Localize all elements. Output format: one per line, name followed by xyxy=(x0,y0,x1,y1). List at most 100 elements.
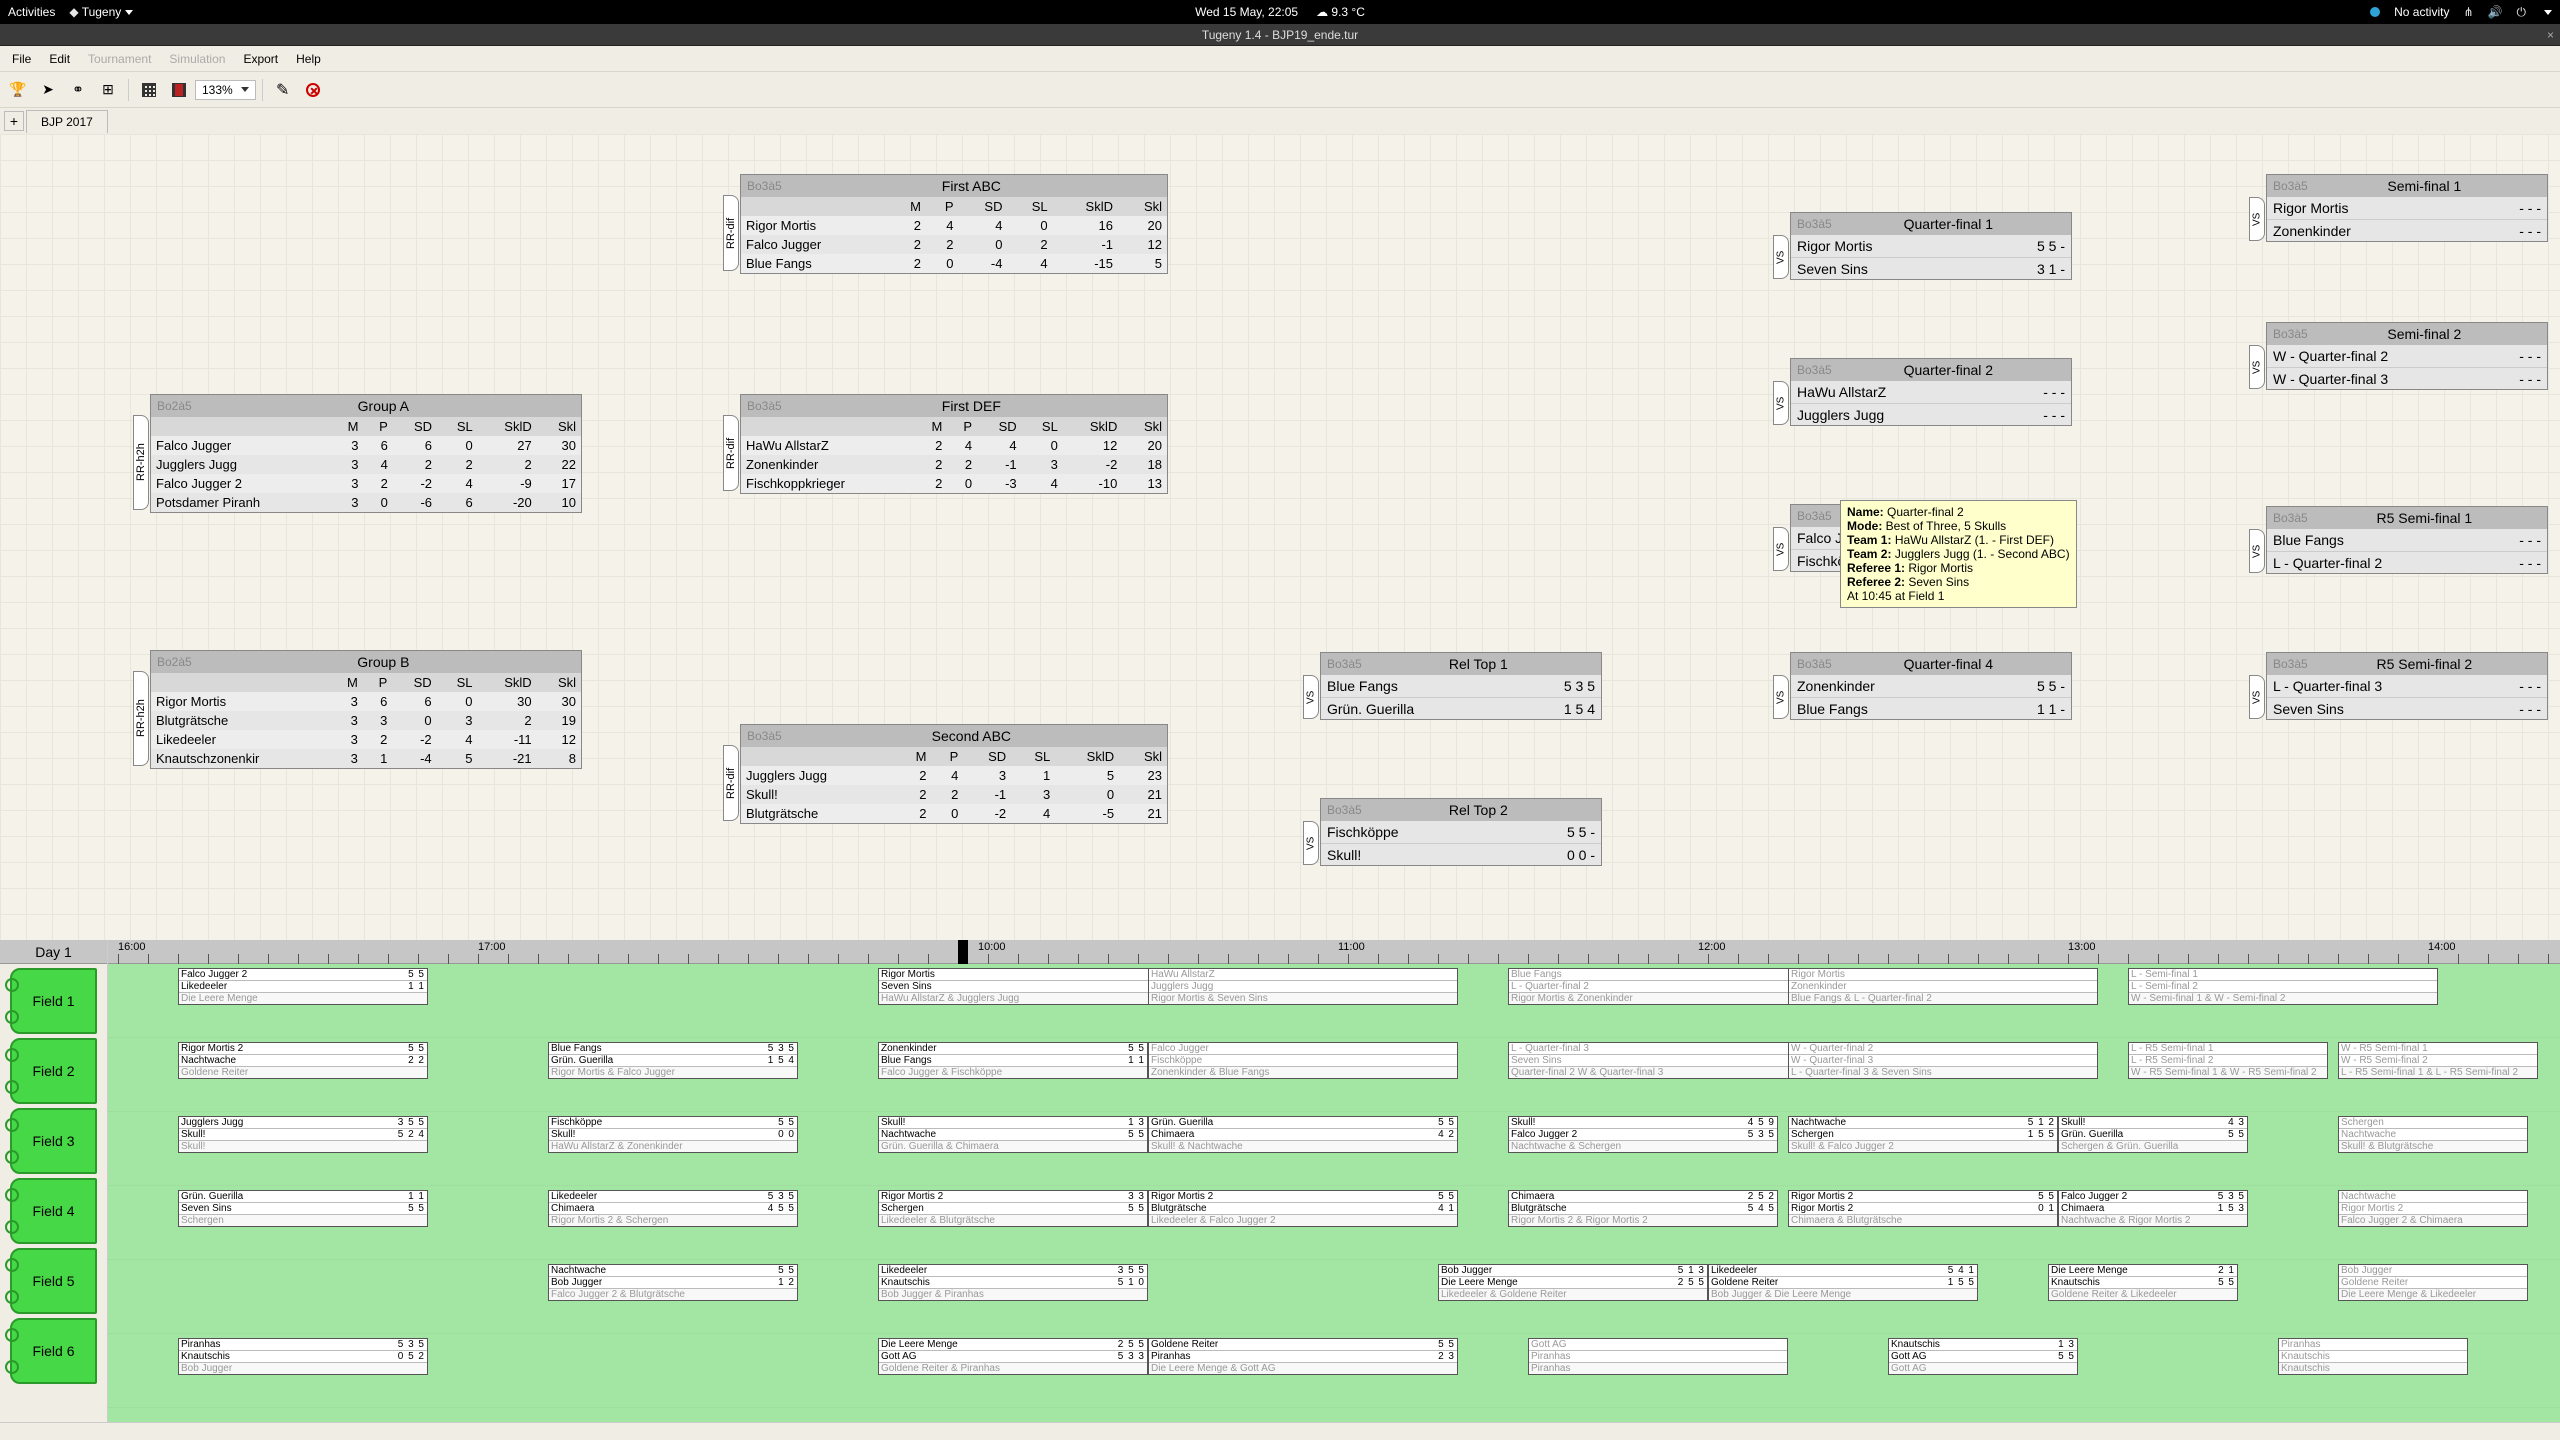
system-menu-icon[interactable] xyxy=(2544,10,2552,15)
schedule-slot[interactable]: Zonenkinder5 5Blue Fangs1 1Falco Jugger … xyxy=(878,1042,1148,1079)
schedule-slot[interactable]: Bob JuggerGoldene ReiterDie Leere Menge … xyxy=(2338,1264,2528,1301)
window-title-bar: Tugeny 1.4 - BJP19_ende.tur × xyxy=(0,24,2560,46)
network-icon[interactable]: ⋔ xyxy=(2463,5,2473,19)
weather: ☁ 9.3 °C xyxy=(1316,5,1365,19)
first-def-box[interactable]: RR-dif Bo3à5First DEF MPSDSLSklDSklHaWu … xyxy=(740,394,1168,494)
rr-h2h-label-b: RR-h2h xyxy=(133,671,149,766)
power-icon[interactable]: ⏻ xyxy=(2517,5,2527,20)
bracket-canvas[interactable]: RR-h2h Bo2à5Group A MPSDSLSklDSklFalco J… xyxy=(0,134,2560,940)
schedule-slot[interactable]: Rigor Mortis5 5Seven Sins3 1HaWu Allstar… xyxy=(878,968,1188,1005)
time-area[interactable]: 16:0017:0010:0011:0012:0013:0014:00 Falc… xyxy=(108,940,2560,1422)
activities-button[interactable]: Activities xyxy=(8,5,55,19)
schedule-slot[interactable]: Piranhas5 3 5Knautschis0 5 2Bob Jugger xyxy=(178,1338,428,1375)
match-r5-semi-final-2[interactable]: VSBo3à5R5 Semi-final 2L - Quarter-final … xyxy=(2266,652,2548,720)
schedule-slot[interactable]: Knautschis1 3Gott AG5 5Gott AG xyxy=(1888,1338,2078,1375)
schedule-slot[interactable]: Likedeeler3 5 5Knautschis5 1 0Bob Jugger… xyxy=(878,1264,1148,1301)
menu-bar: File Edit Tournament Simulation Export H… xyxy=(0,46,2560,72)
field-label-field-3[interactable]: Field 3 xyxy=(10,1108,97,1174)
add-tab-button[interactable]: + xyxy=(4,111,24,131)
menu-export[interactable]: Export xyxy=(235,49,286,69)
schedule-slot[interactable]: Blue FangsL - Quarter-final 2Rigor Morti… xyxy=(1508,968,1818,1005)
match-rel-top-1[interactable]: VSBo3à5Rel Top 1Blue Fangs5 3 5Grün. Gue… xyxy=(1320,652,1602,720)
match-quarter-final-1[interactable]: VSBo3à5Quarter-final 1Rigor Mortis5 5 -S… xyxy=(1790,212,2072,280)
schedule-slot[interactable]: Rigor Mortis 25 5Nachtwache2 2Goldene Re… xyxy=(178,1042,428,1079)
schedule-slot[interactable]: Rigor Mortis 25 5Blutgrätsche4 1Likedeel… xyxy=(1148,1190,1458,1227)
menu-file[interactable]: File xyxy=(4,49,39,69)
schedule-slot[interactable]: Rigor Mortis 25 5Rigor Mortis 20 1Chimae… xyxy=(1788,1190,2058,1227)
schedule-slot[interactable]: PiranhasKnautschisKnautschis xyxy=(2278,1338,2468,1375)
window-close-icon[interactable]: × xyxy=(2547,28,2554,42)
schedule-slot[interactable]: Rigor Mortis 23 3Schergen5 5Likedeeler &… xyxy=(878,1190,1148,1227)
match-semi-final-1[interactable]: VSBo3à5Semi-final 1Rigor Mortis- - -Zone… xyxy=(2266,174,2548,242)
menu-help[interactable]: Help xyxy=(288,49,329,69)
schedule-slot[interactable]: Die Leere Menge2 5 5Gott AG5 3 3Goldene … xyxy=(878,1338,1148,1375)
schedule-slot[interactable]: Nachtwache5 5Bob Jugger1 2Falco Jugger 2… xyxy=(548,1264,798,1301)
schedule-slot[interactable]: Rigor MortisZonenkinderBlue Fangs & L - … xyxy=(1788,968,2098,1005)
tool-grid2-icon[interactable] xyxy=(165,76,193,104)
schedule-slot[interactable]: Falco JuggerFischköppeZonenkinder & Blue… xyxy=(1148,1042,1458,1079)
menu-tournament[interactable]: Tournament xyxy=(80,49,159,69)
schedule-slot[interactable]: Chimaera2 5 2Blutgrätsche5 4 5Rigor Mort… xyxy=(1508,1190,1778,1227)
schedule-slot[interactable]: Jugglers Jugg3 5 5Skull!5 2 4Skull! xyxy=(178,1116,428,1153)
match-tooltip: Name: Quarter-final 2 Mode: Best of Thre… xyxy=(1840,500,2077,608)
schedule-slot[interactable]: W - Quarter-final 2W - Quarter-final 3L … xyxy=(1788,1042,2098,1079)
second-abc-box[interactable]: RR-dif Bo3à5Second ABC MPSDSLSklDSklJugg… xyxy=(740,724,1168,824)
match-rel-top-2[interactable]: VSBo3à5Rel Top 2Fischköppe5 5 -Skull!0 0… xyxy=(1320,798,1602,866)
tool-delete-icon[interactable] xyxy=(299,76,327,104)
group-b-box[interactable]: RR-h2h Bo2à5Group B MPSDSLSklDSklRigor M… xyxy=(150,650,582,769)
schedule-slot[interactable]: Likedeeler5 3 5Chimaera4 5 5Rigor Mortis… xyxy=(548,1190,798,1227)
tool-grid1-icon[interactable] xyxy=(135,76,163,104)
match-semi-final-2[interactable]: VSBo3à5Semi-final 2W - Quarter-final 2- … xyxy=(2266,322,2548,390)
first-abc-table: MPSDSLSklDSklRigor Mortis24401620Falco J… xyxy=(741,197,1167,273)
zoom-level[interactable]: 133% xyxy=(195,80,256,100)
schedule-slot[interactable]: Skull!4 3Grün. Guerilla5 5Schergen & Grü… xyxy=(2058,1116,2248,1153)
tool-bracket-icon[interactable]: ⊞ xyxy=(94,76,122,104)
menu-simulation[interactable]: Simulation xyxy=(161,49,233,69)
tool-arrow-icon[interactable]: ➤ xyxy=(34,76,62,104)
schedule-slot[interactable]: Fischköppe5 5Skull!0 0HaWu AllstarZ & Zo… xyxy=(548,1116,798,1153)
schedule-slot[interactable]: Bob Jugger5 1 3Die Leere Menge2 5 5Liked… xyxy=(1438,1264,1708,1301)
schedule-slot[interactable]: Grün. Guerilla1 1Seven Sins5 5Schergen xyxy=(178,1190,428,1227)
schedule-slot[interactable]: Skull!4 5 9Falco Jugger 25 3 5Nachtwache… xyxy=(1508,1116,1778,1153)
schedule-slot[interactable]: L - Quarter-final 3Seven SinsQuarter-fin… xyxy=(1508,1042,1818,1079)
schedule-slot[interactable]: Grün. Guerilla5 5Chimaera4 2Skull! & Nac… xyxy=(1148,1116,1458,1153)
app-indicator[interactable]: ◆ Tugeny xyxy=(69,5,133,19)
schedule-slot[interactable]: Gott AGPiranhasPiranhas xyxy=(1528,1338,1788,1375)
tool-link-icon[interactable]: ⚭ xyxy=(64,76,92,104)
first-abc-box[interactable]: RR-dif Bo3à5First ABC MPSDSLSklDSklRigor… xyxy=(740,174,1168,274)
match-r5-semi-final-1[interactable]: VSBo3à5R5 Semi-final 1Blue Fangs- - -L -… xyxy=(2266,506,2548,574)
group-b-table: MPSDSLSklDSklRigor Mortis36603030Blutgrä… xyxy=(151,673,581,768)
tool-edit-icon[interactable] xyxy=(269,76,297,104)
schedule-slot[interactable]: Blue Fangs5 3 5Grün. Guerilla1 5 4Rigor … xyxy=(548,1042,798,1079)
volume-icon[interactable]: 🔊 xyxy=(2488,5,2503,19)
schedule-slot[interactable]: W - R5 Semi-final 1W - R5 Semi-final 2L … xyxy=(2338,1042,2538,1079)
schedule-slot[interactable]: HaWu AllstarZJugglers JuggRigor Mortis &… xyxy=(1148,968,1458,1005)
schedule-slot[interactable]: L - Semi-final 1L - Semi-final 2W - Semi… xyxy=(2128,968,2438,1005)
schedule-slot[interactable]: Nachtwache5 1 2Schergen1 5 5Skull! & Fal… xyxy=(1788,1116,2058,1153)
telegram-icon[interactable] xyxy=(2370,7,2380,17)
status-bar xyxy=(0,1422,2560,1440)
tab-bjp2017[interactable]: BJP 2017 xyxy=(26,110,108,133)
field-label-field-6[interactable]: Field 6 xyxy=(10,1318,97,1384)
menu-edit[interactable]: Edit xyxy=(41,49,78,69)
schedule-slot[interactable]: Die Leere Menge2 1Knautschis5 5Goldene R… xyxy=(2048,1264,2238,1301)
field-label-field-5[interactable]: Field 5 xyxy=(10,1248,97,1314)
match-quarter-final-4[interactable]: VSBo3à5Quarter-final 4Zonenkinder5 5 -Bl… xyxy=(1790,652,2072,720)
field-label-field-2[interactable]: Field 2 xyxy=(10,1038,97,1104)
tool-new-icon[interactable]: 🏆 xyxy=(4,76,32,104)
first-def-table: MPSDSLSklDSklHaWu AllstarZ24401220Zonenk… xyxy=(741,417,1167,493)
schedule-slot[interactable]: Falco Jugger 25 3 5Chimaera1 5 3Nachtwac… xyxy=(2058,1190,2248,1227)
match-quarter-final-2[interactable]: VSBo3à5Quarter-final 2HaWu AllstarZ- - -… xyxy=(1790,358,2072,426)
schedule-slot[interactable]: Goldene Reiter5 5Piranhas2 3Die Leere Me… xyxy=(1148,1338,1458,1375)
field-label-field-4[interactable]: Field 4 xyxy=(10,1178,97,1244)
schedule-slot[interactable]: SchergenNachtwacheSkull! & Blutgrätsche xyxy=(2338,1116,2528,1153)
schedule-slot[interactable]: NachtwacheRigor Mortis 2Falco Jugger 2 &… xyxy=(2338,1190,2528,1227)
window-title: Tugeny 1.4 - BJP19_ende.tur xyxy=(1202,28,1358,42)
tab-bar: + BJP 2017 xyxy=(0,108,2560,134)
group-a-box[interactable]: RR-h2h Bo2à5Group A MPSDSLSklDSklFalco J… xyxy=(150,394,582,513)
field-label-field-1[interactable]: Field 1 xyxy=(10,968,97,1034)
schedule-slot[interactable]: Skull!1 3Nachtwache5 5Grün. Guerilla & C… xyxy=(878,1116,1148,1153)
schedule-slot[interactable]: L - R5 Semi-final 1L - R5 Semi-final 2W … xyxy=(2128,1042,2328,1079)
schedule-slot[interactable]: Falco Jugger 25 5Likedeeler1 1Die Leere … xyxy=(178,968,428,1005)
schedule-slot[interactable]: Likedeeler5 4 1Goldene Reiter1 5 5Bob Ju… xyxy=(1708,1264,1978,1301)
